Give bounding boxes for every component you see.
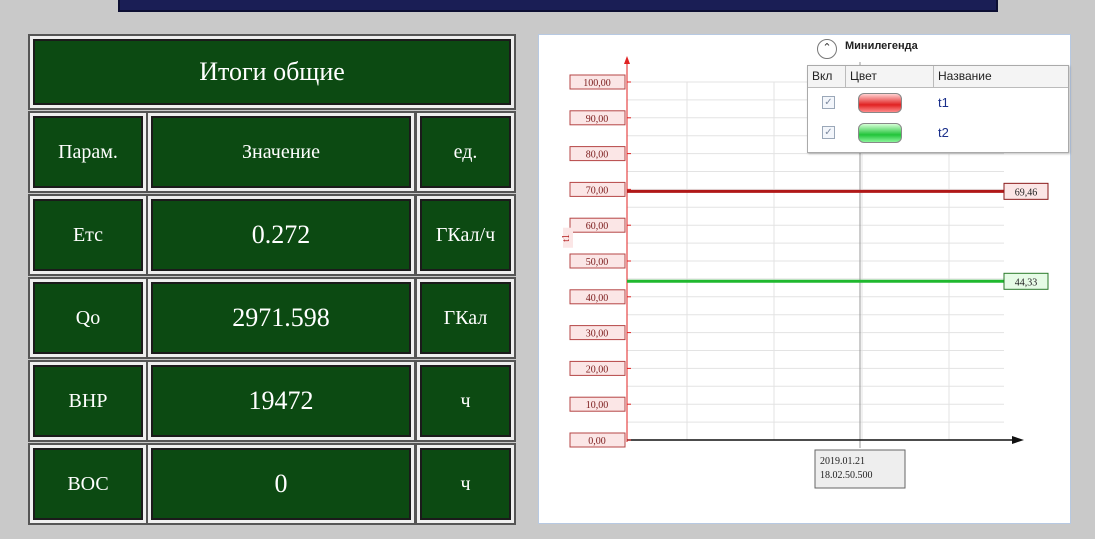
- y-tick-label: 60,00: [586, 221, 609, 232]
- row-value-vos: 0: [148, 445, 414, 523]
- y-tick-label: 70,00: [586, 185, 609, 196]
- minilegend-col-color: Цвет: [846, 66, 934, 88]
- totals-title: Итоги общие: [30, 36, 514, 108]
- time-cursor-label: 2019.01.21: [820, 456, 865, 467]
- minilegend-table: Вкл Цвет Название ✓ t1 ✓ t2: [807, 65, 1069, 153]
- header-param: Парам.: [30, 113, 146, 191]
- minilegend-checkbox-t1[interactable]: ✓: [822, 96, 835, 109]
- chevron-up-icon[interactable]: ⌃: [817, 39, 837, 59]
- row-param-vos: ВОС: [30, 445, 146, 523]
- y-tick-label: 30,00: [586, 329, 609, 340]
- row-unit-vnr: ч: [417, 362, 514, 440]
- row-param-vnr: ВНР: [30, 362, 146, 440]
- y-tick-label: 100,00: [583, 78, 611, 89]
- minilegend-col-name: Название: [934, 66, 1068, 88]
- minilegend-checkbox-t2[interactable]: ✓: [822, 126, 835, 139]
- trend-chart-panel[interactable]: 100,00 90,00 80,00 70,00 60,00 50,00 40,00 30,0…: [538, 34, 1071, 524]
- minilegend-name-t2: t2: [938, 125, 949, 140]
- series-value-label-t2: 44,33: [1015, 277, 1038, 288]
- y-tick-label: 20,00: [586, 364, 609, 375]
- row-unit-vos: ч: [417, 445, 514, 523]
- row-value-etc: 0.272: [148, 196, 414, 274]
- minilegend-swatch-t1: [858, 93, 902, 113]
- row-value-vnr: 19472: [148, 362, 414, 440]
- row-unit-qo: ГКал: [417, 279, 514, 357]
- time-cursor-label: 18.02.50.500: [820, 470, 873, 481]
- minilegend: ⌃ Минилегенда Вкл Цвет Название ✓ t1 ✓ t…: [807, 35, 1069, 155]
- y-tick-label: 40,00: [586, 293, 609, 304]
- header-unit: ед.: [417, 113, 514, 191]
- y-tick-label: 90,00: [586, 114, 609, 125]
- row-value-qo: 2971.598: [148, 279, 414, 357]
- series-value-label-t1: 69,46: [1015, 187, 1038, 198]
- minilegend-name-t1: t1: [938, 95, 949, 110]
- y-axis-arrow: [624, 56, 630, 64]
- row-unit-etc: ГКал/ч: [417, 196, 514, 274]
- minilegend-title: Минилегенда: [845, 40, 918, 52]
- x-axis-arrow: [1012, 436, 1024, 444]
- row-param-qo: Qo: [30, 279, 146, 357]
- header-value: Значение: [148, 113, 414, 191]
- minilegend-swatch-t2: [858, 123, 902, 143]
- y-tick-label: 50,00: [586, 257, 609, 268]
- minilegend-col-enabled: Вкл: [808, 66, 846, 88]
- row-param-etc: Етс: [30, 196, 146, 274]
- top-window-bar: [118, 0, 998, 12]
- y-tick-label: 0,00: [588, 436, 606, 447]
- y-tick-label: 80,00: [586, 150, 609, 161]
- y-tick-label: 10,00: [586, 400, 609, 411]
- y-axis-label: t1: [561, 234, 572, 242]
